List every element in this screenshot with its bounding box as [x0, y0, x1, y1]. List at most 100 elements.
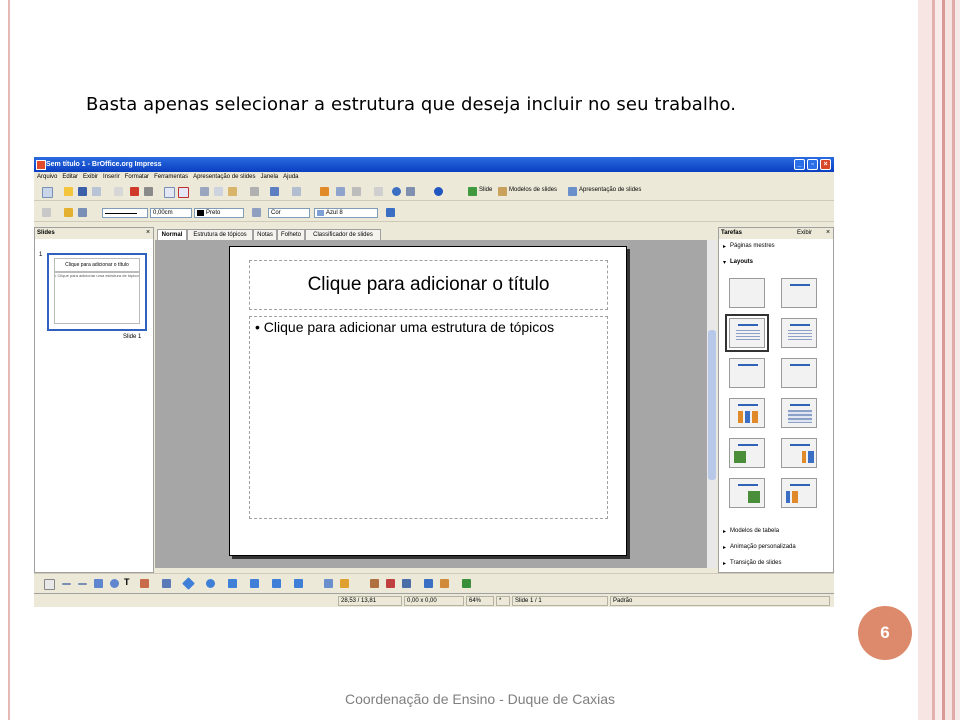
print-icon[interactable]: [144, 187, 153, 196]
fill-type-select[interactable]: Cor: [268, 208, 310, 218]
layout-title-content[interactable]: [725, 314, 769, 352]
tab-outline[interactable]: Estrutura de tópicos: [187, 229, 253, 240]
slide-design-button[interactable]: Modelos de slides: [509, 187, 557, 193]
menu-ajuda[interactable]: Ajuda: [283, 174, 298, 180]
presentation-icon[interactable]: [568, 187, 577, 196]
close-pane-icon[interactable]: ×: [146, 229, 150, 236]
undo-icon[interactable]: [270, 187, 279, 196]
layout-centered-text[interactable]: [781, 358, 817, 388]
open-icon[interactable]: [64, 187, 73, 196]
connector-icon[interactable]: [162, 579, 171, 588]
line-tool-icon[interactable]: [62, 583, 71, 585]
title-placeholder[interactable]: Clique para adicionar o título: [249, 260, 608, 310]
menu-exibir[interactable]: Exibir: [83, 174, 98, 180]
help-icon[interactable]: [434, 187, 443, 196]
slide-design-icon[interactable]: [498, 187, 507, 196]
fontwork-icon[interactable]: [402, 579, 411, 588]
format-paintbrush-icon[interactable]: [250, 187, 259, 196]
shadow-icon[interactable]: [386, 208, 395, 217]
tab-handout[interactable]: Folheto: [277, 229, 305, 240]
zoom-icon[interactable]: [406, 187, 415, 196]
menu-janela[interactable]: Janela: [260, 174, 278, 180]
redo-icon[interactable]: [292, 187, 301, 196]
scrollbar-thumb[interactable]: [708, 330, 716, 480]
arrow-tool-icon[interactable]: [78, 583, 87, 585]
save-icon[interactable]: [78, 187, 87, 196]
layout-text-chart[interactable]: [781, 438, 817, 468]
status-bar: 28,53 / 13,81 0,00 x 0,00 64% * Slide 1 …: [34, 593, 834, 607]
menu-ferramentas[interactable]: Ferramentas: [154, 174, 188, 180]
menu-apresentacao[interactable]: Apresentação de slides: [193, 174, 255, 180]
points-icon[interactable]: [324, 579, 333, 588]
layout-text-image[interactable]: [729, 478, 765, 508]
layout-title-table[interactable]: [781, 398, 817, 428]
insert-object-icon[interactable]: [352, 187, 361, 196]
outline-placeholder[interactable]: • Clique para adicionar uma estrutura de…: [249, 316, 608, 519]
navigator-icon[interactable]: [392, 187, 401, 196]
line-width-field[interactable]: 0,00cm: [150, 208, 192, 218]
pdf-icon[interactable]: [130, 187, 139, 196]
show-draw-functions-icon[interactable]: [42, 208, 51, 217]
callouts-icon[interactable]: [272, 579, 281, 588]
text-tool-icon[interactable]: T: [124, 577, 130, 587]
fill-color-select[interactable]: Azul 8: [314, 208, 378, 218]
copy-icon[interactable]: [214, 187, 223, 196]
line-icon[interactable]: [64, 208, 73, 217]
area-style-icon[interactable]: [252, 208, 261, 217]
line-style-select[interactable]: [102, 208, 148, 218]
arrange-icon[interactable]: [462, 579, 471, 588]
slide-number-badge: 6: [858, 606, 912, 660]
layout-title-two-content[interactable]: [781, 318, 817, 348]
menu-inserir[interactable]: Inserir: [103, 174, 120, 180]
close-icon[interactable]: ×: [820, 159, 831, 170]
table-icon[interactable]: [336, 187, 345, 196]
line-color-select[interactable]: Preto: [194, 208, 244, 218]
slide-thumbnail[interactable]: Clique para adicionar o título • Clique …: [47, 253, 147, 331]
spellcheck-icon[interactable]: [164, 187, 175, 198]
slide-icon[interactable]: [468, 187, 477, 196]
tab-normal[interactable]: Normal: [157, 229, 187, 240]
minimize-icon[interactable]: _: [794, 159, 805, 170]
select-arrow-icon[interactable]: [44, 579, 55, 590]
basic-shapes-icon[interactable]: [182, 577, 195, 590]
layout-image-text[interactable]: [729, 438, 765, 468]
flowchart-icon[interactable]: [250, 579, 259, 588]
rectangle-icon[interactable]: [94, 579, 103, 588]
cut-icon[interactable]: [200, 187, 209, 196]
tasks-view-menu[interactable]: Exibir: [797, 230, 812, 236]
presentation-button[interactable]: Apresentação de slides: [579, 187, 641, 193]
vertical-scrollbar[interactable]: [707, 240, 717, 568]
layout-blank[interactable]: [729, 278, 765, 308]
alignment-icon[interactable]: [440, 579, 449, 588]
grid-icon[interactable]: [374, 187, 383, 196]
gallery-icon[interactable]: [386, 579, 395, 588]
tab-slide-sorter[interactable]: Classificador de slides: [305, 229, 381, 240]
curve-icon[interactable]: [140, 579, 149, 588]
chart-icon[interactable]: [320, 187, 329, 196]
stars-icon[interactable]: [294, 579, 303, 588]
symbol-shapes-icon[interactable]: [206, 579, 215, 588]
maximize-icon[interactable]: ▫: [807, 159, 818, 170]
new-icon[interactable]: [42, 187, 53, 198]
layout-title-only[interactable]: [781, 278, 817, 308]
glue-points-icon[interactable]: [340, 579, 349, 588]
menu-arquivo[interactable]: Arquivo: [37, 174, 57, 180]
layout-title-text[interactable]: [729, 358, 765, 388]
ellipse-icon[interactable]: [110, 579, 119, 588]
extrusion-icon[interactable]: [424, 579, 433, 588]
status-zoom[interactable]: 64%: [466, 596, 494, 606]
from-file-icon[interactable]: [370, 579, 379, 588]
autospell-icon[interactable]: [178, 187, 189, 198]
menu-formatar[interactable]: Formatar: [125, 174, 149, 180]
tab-notes[interactable]: Notas: [253, 229, 277, 240]
arrow-style-icon[interactable]: [78, 208, 87, 217]
slide-button[interactable]: Slide: [479, 187, 492, 193]
edit-file-icon[interactable]: [114, 187, 123, 196]
layout-chart-text[interactable]: [781, 478, 817, 508]
email-icon[interactable]: [92, 187, 101, 196]
layout-title-chart[interactable]: [729, 398, 765, 428]
paste-icon[interactable]: [228, 187, 237, 196]
menu-editar[interactable]: Editar: [62, 174, 78, 180]
close-tasks-icon[interactable]: ×: [826, 229, 830, 236]
block-arrows-icon[interactable]: [228, 579, 237, 588]
